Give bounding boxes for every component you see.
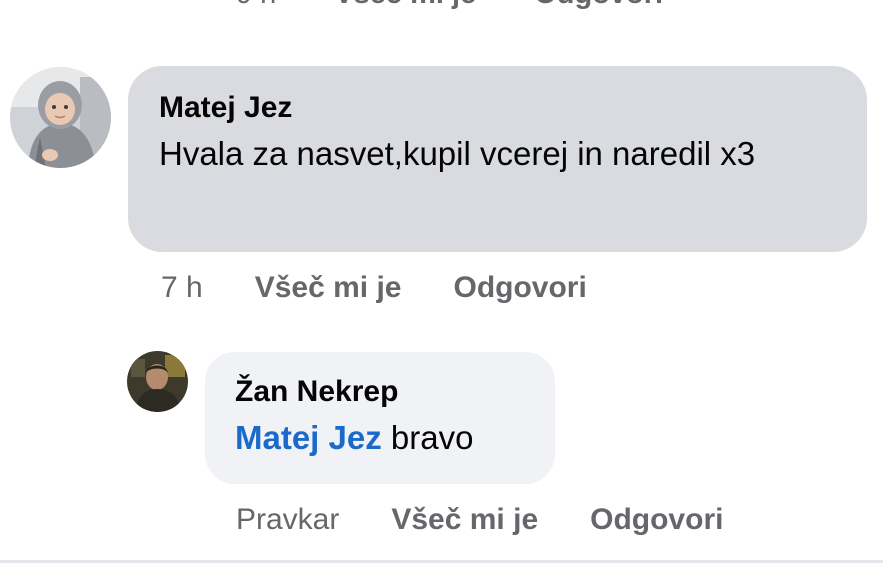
comment-author[interactable]: Matej Jez [159,90,837,126]
previous-comment-actions: 9 h Všeč mi je Odgovori [236,0,663,11]
reply-actions: Pravkar Všeč mi je Odgovori [236,503,723,537]
comment-actions: 7 h Všeč mi je Odgovori [161,271,587,305]
reply-text-line: Matej Jez bravo [235,416,527,460]
previous-reply-button[interactable]: Odgovori [534,0,663,11]
reply-like-button[interactable]: Všeč mi je [391,503,538,537]
reply-bubble[interactable]: Žan Nekrep Matej Jez bravo [205,352,555,484]
edit-button[interactable]: Pravkar [236,503,339,537]
comment-time[interactable]: 7 h [161,271,203,305]
reply-reply-button[interactable]: Odgovori [590,503,723,537]
previous-like-button[interactable]: Všeč mi je [334,0,476,11]
comment-text: Hvala za nasvet,kupil vcerej in naredil … [159,135,756,172]
reply-text: bravo [390,419,474,456]
reply-author[interactable]: Žan Nekrep [235,374,527,410]
reply-button[interactable]: Odgovori [453,271,586,305]
mention-link[interactable]: Matej Jez [235,419,382,456]
previous-comment-time: 9 h [236,0,276,11]
avatar-matej-jez[interactable] [10,67,111,168]
avatar-zan-nekrep[interactable] [127,351,188,412]
person-photo-icon [127,351,188,412]
comment-bubble[interactable]: Matej Jez Hvala za nasvet,kupil vcerej i… [128,66,867,252]
child-photo-icon [10,67,111,168]
like-button[interactable]: Všeč mi je [255,271,402,305]
